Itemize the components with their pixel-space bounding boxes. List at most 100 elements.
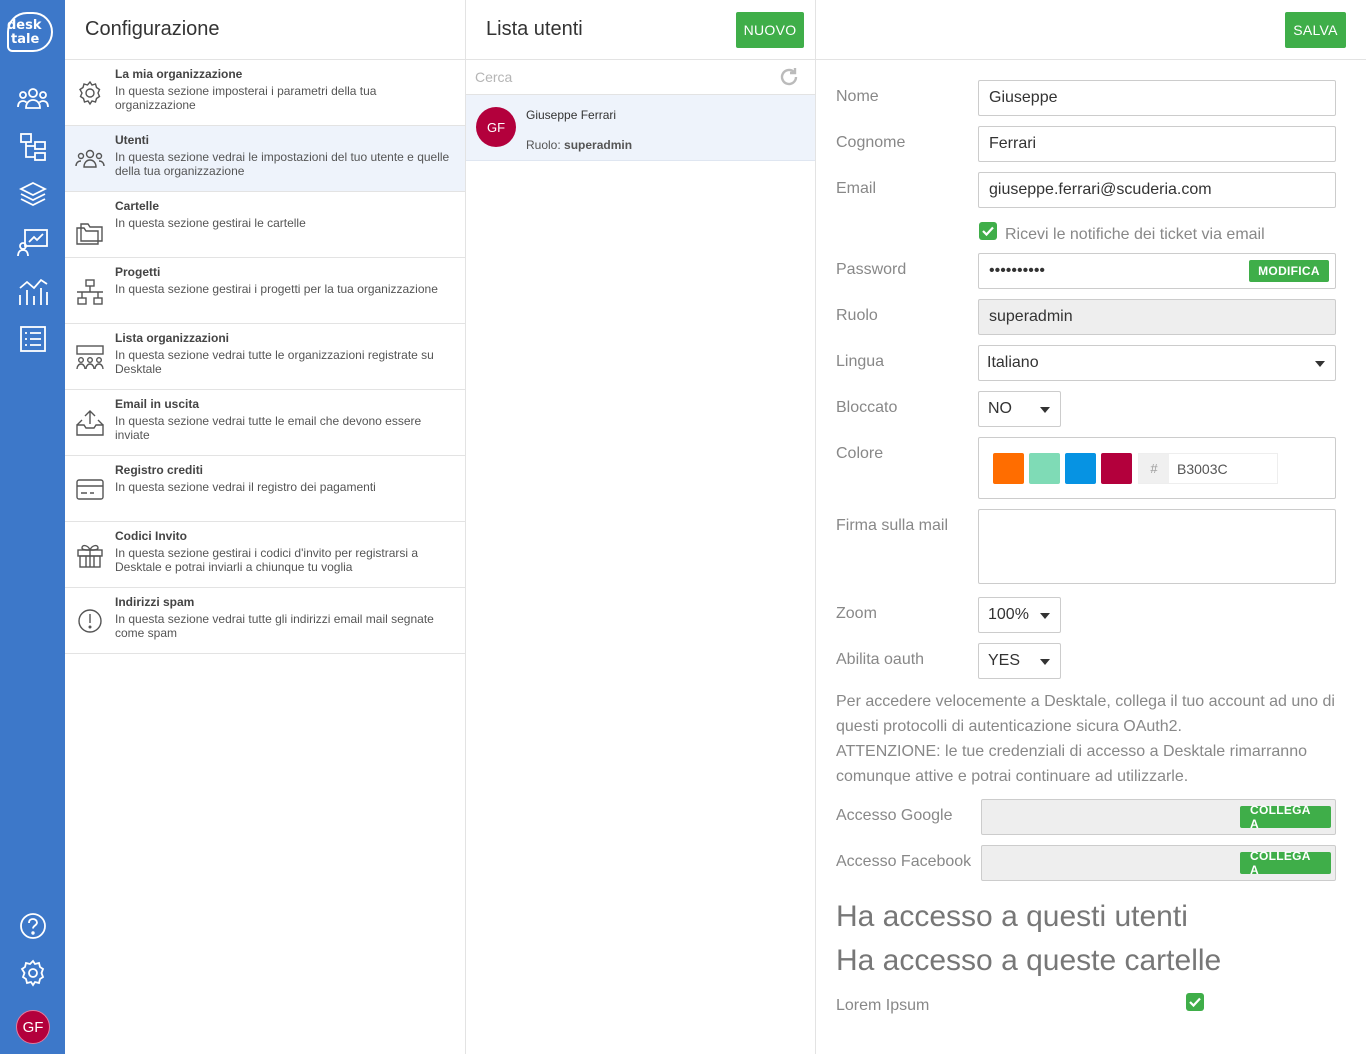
user-role-label: Ruolo:	[526, 138, 565, 152]
connect-google-button[interactable]: COLLEGA A	[1240, 803, 1331, 831]
logo-line-2: tale	[11, 32, 40, 47]
layers-icon[interactable]	[16, 180, 50, 210]
alert-icon	[73, 604, 107, 638]
modifica-button[interactable]: MODIFICA	[1249, 260, 1329, 282]
config-item-spam[interactable]: Indirizzi spam In questa sezione vedrai …	[65, 588, 465, 654]
connect-facebook-button[interactable]: COLLEGA A	[1240, 849, 1331, 877]
user-search-bar	[466, 60, 815, 95]
desktale-logo[interactable]: desk tale	[5, 10, 55, 56]
config-item-organizations[interactable]: Lista organizzazioni In questa sezione v…	[65, 324, 465, 390]
credit-card-icon	[73, 472, 107, 506]
user-avatar[interactable]: GF	[16, 1010, 50, 1044]
ruolo-label: Ruolo	[836, 307, 878, 324]
chevron-down-icon	[1040, 407, 1050, 413]
detail-header: SALVA	[816, 0, 1366, 60]
users-icon[interactable]	[16, 84, 50, 114]
users-panel: Lista utenti NUOVO GF Giuseppe Ferrari R…	[466, 0, 816, 1054]
config-title: Configurazione	[85, 18, 220, 40]
color-swatch-crimson[interactable]	[1101, 453, 1132, 484]
config-item-title: La mia organizzazione	[115, 67, 243, 81]
config-item-desc: In questa sezione imposterai i parametri…	[115, 84, 377, 112]
search-input[interactable]	[466, 60, 766, 94]
user-name: Giuseppe Ferrari	[526, 108, 617, 122]
list-icon[interactable]	[16, 324, 50, 354]
bloccato-value: NO	[988, 400, 1012, 417]
chevron-down-icon	[1040, 659, 1050, 665]
hex-value: B3003C	[1177, 460, 1228, 477]
password-label: Password	[836, 261, 907, 278]
config-item-title: Cartelle	[115, 199, 160, 213]
nome-label: Nome	[836, 88, 879, 105]
config-item-outgoing-email[interactable]: Email in uscita In questa sezione vedrai…	[65, 390, 465, 456]
config-item-desc: In questa sezione vedrai tutte le email …	[115, 414, 422, 442]
refresh-icon[interactable]	[778, 66, 800, 88]
oauth-info-text: Per accedere velocemente a Desktale, col…	[836, 693, 1335, 735]
config-item-folders[interactable]: Cartelle In questa sezione gestirai le c…	[65, 192, 465, 258]
facebook-label: Accesso Facebook	[836, 853, 972, 870]
tree-icon[interactable]	[16, 132, 50, 162]
config-item-title: Indirizzi spam	[115, 595, 195, 609]
chevron-down-icon	[1315, 361, 1325, 367]
user-list-item[interactable]: GF Giuseppe Ferrari Ruolo: superadmin	[466, 95, 815, 161]
folder-access-checkbox[interactable]	[1186, 993, 1204, 1011]
new-user-button[interactable]: NUOVO	[736, 12, 804, 48]
zoom-label: Zoom	[836, 605, 877, 622]
config-item-invite-codes[interactable]: Codici Invito In questa sezione gestirai…	[65, 522, 465, 588]
color-swatch-orange[interactable]	[993, 453, 1024, 484]
signature-textarea[interactable]	[978, 509, 1336, 584]
cognome-field[interactable]: Ferrari	[978, 126, 1336, 162]
help-icon[interactable]	[16, 911, 50, 941]
oauth-select[interactable]: YES	[978, 643, 1061, 679]
email-field[interactable]: giuseppe.ferrari@scuderia.com	[978, 172, 1336, 208]
config-item-title: Email in uscita	[115, 397, 200, 411]
hex-hash: #	[1139, 454, 1169, 483]
config-item-desc: In questa sezione gestirai le cartelle	[115, 216, 306, 230]
outbox-icon	[73, 406, 107, 440]
google-label: Accesso Google	[836, 807, 953, 824]
zoom-value: 100%	[988, 606, 1029, 623]
settings-icon[interactable]	[16, 958, 50, 988]
config-item-users[interactable]: Utenti In questa sezione vedrai le impos…	[65, 126, 465, 192]
config-item-desc: In questa sezione gestirai i codici d'in…	[115, 546, 419, 574]
user-detail-panel: SALVA Nome Giuseppe Cognome Ferrari Emai…	[816, 0, 1366, 1054]
oauth-info: Per accedere velocemente a Desktale, col…	[836, 689, 1346, 789]
config-item-projects[interactable]: Progetti In questa sezione gestirai i pr…	[65, 258, 465, 324]
board-chart-icon[interactable]	[16, 228, 50, 258]
config-item-desc: In questa sezione vedrai il registro dei…	[115, 480, 376, 494]
organizations-icon	[73, 340, 107, 374]
config-header: Configurazione	[65, 0, 465, 60]
color-swatch-mint[interactable]	[1029, 453, 1060, 484]
zoom-select[interactable]: 100%	[978, 597, 1061, 633]
lingua-select[interactable]: Italiano	[978, 345, 1336, 381]
ruolo-field: superadmin	[978, 299, 1336, 335]
config-panel: Configurazione La mia organizzazione In …	[65, 0, 466, 1054]
gear-icon	[73, 76, 107, 110]
folders-access-title: Ha accesso a queste cartelle	[836, 944, 1222, 977]
folder-icon	[73, 214, 107, 248]
nome-field[interactable]: Giuseppe	[978, 80, 1336, 116]
user-avatar: GF	[476, 107, 516, 147]
lingua-value: Italiano	[987, 354, 1039, 371]
config-item-desc: In questa sezione vedrai le impostazioni…	[115, 150, 450, 178]
sidebar-rail: desk tale GF	[0, 0, 65, 1054]
hex-input[interactable]: # B3003C	[1138, 453, 1278, 484]
analytics-icon[interactable]	[16, 276, 50, 306]
folder-access-label: Lorem Ipsum	[836, 997, 930, 1014]
save-button[interactable]: SALVA	[1285, 12, 1346, 48]
config-item-title: Utenti	[115, 133, 149, 147]
cognome-label: Cognome	[836, 134, 906, 151]
config-item-desc: In questa sezione gestirai i progetti pe…	[115, 282, 438, 296]
password-value: ••••••••••	[989, 262, 1046, 279]
config-item-title: Codici Invito	[115, 529, 187, 543]
email-label: Email	[836, 180, 877, 197]
notify-checkbox[interactable]	[979, 222, 997, 240]
user-role: Ruolo: superadmin	[526, 138, 632, 152]
bloccato-label: Bloccato	[836, 399, 898, 416]
colore-label: Colore	[836, 445, 884, 462]
config-item-credits[interactable]: Registro crediti In questa sezione vedra…	[65, 456, 465, 522]
gift-icon	[73, 538, 107, 572]
firma-label: Firma sulla mail	[836, 517, 949, 534]
color-swatch-blue[interactable]	[1065, 453, 1096, 484]
bloccato-select[interactable]: NO	[978, 391, 1061, 427]
config-item-organization[interactable]: La mia organizzazione In questa sezione …	[65, 60, 465, 126]
